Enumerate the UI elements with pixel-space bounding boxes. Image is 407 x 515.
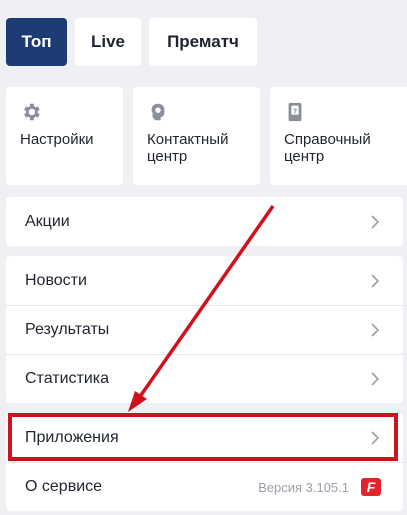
menu-item-news[interactable]: Новости	[6, 256, 403, 305]
menu-item-statistics[interactable]: Статистика	[6, 354, 403, 403]
tab-live[interactable]: Live	[75, 18, 141, 66]
tab-top[interactable]: Топ	[6, 18, 67, 66]
help-book-icon: ?	[288, 102, 302, 122]
headset-icon	[151, 103, 165, 121]
menu-item-results[interactable]: Результаты	[6, 305, 403, 354]
menu-item-about[interactable]: О сервисе Версия 3.105.1 F	[6, 462, 403, 511]
menu-item-label: Результаты	[25, 321, 110, 338]
contact-center-tile[interactable]: Контактный центр	[133, 87, 260, 185]
chevron-right-icon	[371, 372, 380, 386]
menu-item-label: Акции	[25, 212, 70, 230]
apps-group: Приложения О сервисе Версия 3.105.1 F	[6, 413, 403, 511]
menu-item-label: О сервисе	[25, 478, 103, 495]
help-center-label: Справочный центр	[284, 131, 371, 165]
chevron-right-icon	[371, 214, 380, 229]
chevron-right-icon	[371, 430, 380, 445]
chevron-right-icon	[371, 323, 380, 337]
menu-item-label: Приложения	[25, 428, 119, 446]
chevron-right-icon	[371, 273, 380, 288]
top-tabs: Топ Live Прематч	[6, 18, 257, 66]
tab-prematch[interactable]: Прематч	[149, 18, 257, 66]
settings-label: Настройки	[20, 131, 94, 148]
menu-item-apps[interactable]: Приложения	[6, 413, 403, 462]
menu-item-promotions[interactable]: Акции	[6, 197, 403, 246]
quick-tiles: Настройки Контактный центр ? Справочный …	[6, 87, 407, 185]
gear-icon	[24, 103, 40, 121]
help-center-tile[interactable]: ? Справочный центр	[270, 87, 407, 185]
menu-item-label: Новости	[25, 271, 87, 289]
about-right: Версия 3.105.1 F	[258, 478, 381, 496]
menu-item-label: Статистика	[25, 370, 110, 387]
contact-center-label: Контактный центр	[147, 131, 229, 165]
menu-group: Новости Результаты Статистика	[6, 256, 403, 403]
version-label: Версия 3.105.1	[258, 479, 349, 495]
brand-logo-icon: F	[361, 478, 381, 496]
svg-text:?: ?	[293, 106, 297, 115]
promotions-group: Акции	[6, 197, 403, 246]
settings-tile[interactable]: Настройки	[6, 87, 123, 185]
